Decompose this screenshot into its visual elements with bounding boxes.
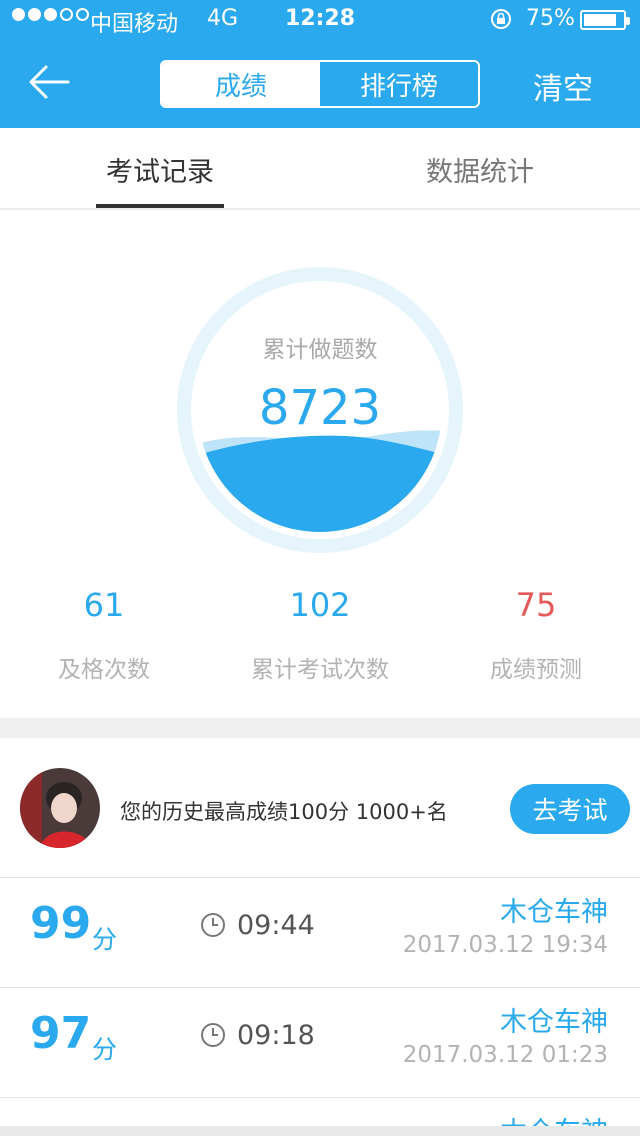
record-score: 97 [30,1008,92,1059]
ring-label: 累计做题数 [262,337,378,363]
stat-exam-count: 102 累计考试次数 [220,586,420,684]
active-tab-indicator [96,204,224,208]
rotation-lock-icon [491,9,511,29]
stat-value: 75 [515,586,557,624]
total-questions-value: 8723 [258,380,382,436]
best-score-row: 您的历史最高成绩100分 1000+名 去考试 [0,738,640,878]
record-row[interactable]: 97 分 09:18 木仓车神 2017.03.12 01:23 [0,988,640,1098]
stat-score-prediction: 75 成绩预测 [436,586,636,684]
battery-icon [580,10,630,30]
clear-button[interactable]: 清空 [520,64,606,107]
stat-value: 102 [289,586,351,624]
avatar[interactable] [20,768,100,848]
go-exam-button[interactable]: 去考试 [510,784,630,834]
stat-label: 成绩预测 [490,657,582,683]
record-date: 2017.03.12 19:34 [402,932,608,958]
segment-ranking[interactable]: 排行榜 [320,62,478,106]
record-row[interactable]: 99 分 09:44 木仓车神 2017.03.12 19:34 [0,878,640,988]
segment-score[interactable]: 成绩 [162,62,320,106]
record-score: 99 [30,898,92,949]
stat-label: 累计考试次数 [251,657,389,683]
record-row[interactable]: 木仓车神 [0,1098,640,1126]
best-score-text: 您的历史最高成绩100分 1000+名 [120,800,448,824]
tab-exam-records[interactable]: 考试记录 [96,150,224,189]
record-score-unit: 分 [92,925,118,954]
tab-data-statistics[interactable]: 数据统计 [410,150,550,189]
section-divider [0,718,640,738]
bottom-edge [0,1126,640,1136]
stat-label: 及格次数 [58,657,150,683]
status-bar: 中国移动 4G 12:28 75% [0,0,640,40]
record-duration: 09:18 [237,1020,315,1051]
record-user-name: 木仓车神 [500,1110,608,1126]
stat-value: 61 [83,586,125,624]
stat-pass-count: 61 及格次数 [4,586,204,684]
record-date: 2017.03.12 01:23 [402,1042,608,1068]
battery-percent: 75% [526,6,575,31]
record-user-name: 木仓车神 [500,1007,608,1038]
record-score-unit: 分 [92,1035,118,1064]
clock-icon [201,1023,225,1047]
record-user-name: 木仓车神 [500,897,608,928]
app-header: 中国移动 4G 12:28 75% 成绩 排行榜 清空 [0,0,640,128]
clock-icon [201,913,225,937]
tab-bar: 考试记录 数据统计 [0,128,640,210]
record-duration: 09:44 [237,910,315,941]
back-arrow-icon[interactable] [24,62,74,102]
score-ranking-segmented-control: 成绩 排行榜 [160,60,480,108]
